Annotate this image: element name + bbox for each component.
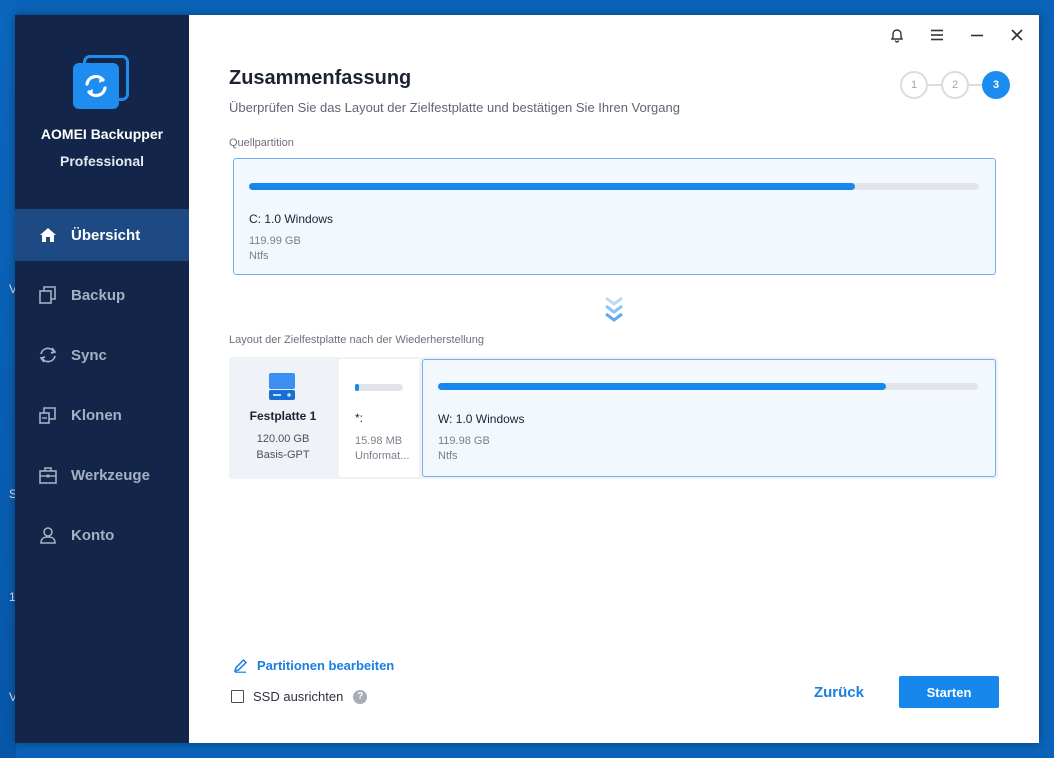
page-subtitle: Überprüfen Sie das Layout der Zielfestpl… — [229, 100, 680, 115]
partition-filesystem: Unformat... — [355, 450, 410, 462]
source-section-label: Quellpartition — [229, 137, 294, 149]
sidebar-item-label: Backup — [71, 286, 126, 304]
app-edition: Professional — [59, 153, 145, 169]
step-3: 3 — [982, 71, 1010, 99]
edit-partitions-link[interactable]: Partitionen bearbeiten — [233, 658, 394, 673]
sidebar-item-klonen[interactable]: Klonen — [15, 389, 189, 441]
disk-name: Festplatte 1 — [249, 409, 317, 423]
partition-name: C: 1.0 Windows — [249, 212, 334, 226]
bell-icon[interactable] — [887, 25, 907, 45]
target-section-label: Layout der Zielfestplatte nach der Wiede… — [229, 334, 484, 346]
tools-icon — [38, 465, 58, 485]
disk-size: 120.00 GB — [256, 433, 310, 445]
sidebar-item-uebersicht[interactable]: Übersicht — [15, 209, 189, 261]
close-icon[interactable] — [1007, 25, 1027, 45]
app-logo-icon — [73, 55, 131, 113]
partition-name: *: — [355, 411, 364, 425]
sidebar-item-label: Werkzeuge — [71, 466, 150, 484]
partition-size: 119.99 GB — [249, 235, 301, 247]
ssd-align-option: SSD ausrichten ? — [231, 689, 368, 704]
backup-icon — [38, 285, 58, 305]
clone-icon — [38, 405, 58, 425]
disk-type: Basis-GPT — [256, 449, 310, 461]
target-disk-layout: Festplatte 1 120.00 GB Basis-GPT *: 15.9… — [229, 357, 998, 479]
app-name: AOMEI Backupper — [40, 126, 164, 142]
page-title: Zusammenfassung — [229, 67, 412, 89]
usage-bar-fill — [438, 383, 887, 390]
unallocated-partition[interactable]: *: 15.98 MB Unformat... — [339, 359, 419, 477]
sidebar-item-label: Klonen — [71, 406, 122, 424]
sidebar-item-label: Konto — [71, 526, 115, 544]
partition-size: 15.98 MB — [355, 435, 403, 447]
step-indicator: 1 2 3 — [900, 71, 1010, 99]
sidebar-item-sync[interactable]: Sync — [15, 329, 189, 381]
usage-bar — [249, 183, 979, 190]
desktop-background — [0, 0, 16, 758]
account-icon — [38, 525, 58, 545]
sidebar-item-label: Sync — [71, 346, 107, 364]
partition-filesystem: Ntfs — [249, 250, 269, 262]
sidebar-item-label: Übersicht — [71, 226, 141, 244]
usage-bar-fill — [355, 384, 359, 391]
menu-icon[interactable] — [927, 25, 947, 45]
partition-size: 119.98 GB — [438, 435, 490, 447]
minimize-icon[interactable] — [967, 25, 987, 45]
hard-drive-icon — [267, 373, 297, 406]
target-disk-info: Festplatte 1 120.00 GB Basis-GPT — [229, 357, 337, 479]
sidebar-item-konto[interactable]: Konto — [15, 509, 189, 561]
usage-bar — [355, 384, 403, 391]
app-window: AOMEI Backupper Professional Übersicht B… — [15, 15, 1039, 743]
target-partition-card[interactable]: W: 1.0 Windows 119.98 GB Ntfs — [422, 359, 996, 477]
home-icon — [38, 225, 58, 245]
partition-name: W: 1.0 Windows — [438, 412, 525, 426]
sidebar-item-backup[interactable]: Backup — [15, 269, 189, 321]
sidebar-nav: Übersicht Backup Sync Klonen Werkzeuge K… — [15, 209, 189, 569]
partition-filesystem: Ntfs — [438, 450, 458, 462]
edit-partitions-label: Partitionen bearbeiten — [257, 658, 395, 673]
step-2: 2 — [941, 71, 969, 99]
step-connector — [969, 84, 983, 86]
back-button[interactable]: Zurück — [799, 676, 879, 708]
step-connector — [928, 84, 942, 86]
sidebar-item-werkzeuge[interactable]: Werkzeuge — [15, 449, 189, 501]
step-1: 1 — [900, 71, 928, 99]
help-icon[interactable]: ? — [353, 689, 368, 704]
usage-bar-fill — [249, 183, 855, 190]
sidebar: AOMEI Backupper Professional Übersicht B… — [15, 15, 189, 743]
pencil-icon — [233, 658, 248, 673]
usage-bar — [438, 383, 978, 390]
source-partition-card[interactable]: C: 1.0 Windows 119.99 GB Ntfs — [233, 158, 996, 275]
ssd-align-label: SSD ausrichten — [253, 689, 344, 704]
main-panel: Zusammenfassung Überprüfen Sie das Layou… — [189, 15, 1039, 743]
sync-icon — [38, 345, 58, 365]
start-button[interactable]: Starten — [899, 676, 999, 708]
ssd-align-checkbox[interactable] — [231, 690, 244, 703]
chevrons-down-icon — [603, 295, 625, 330]
